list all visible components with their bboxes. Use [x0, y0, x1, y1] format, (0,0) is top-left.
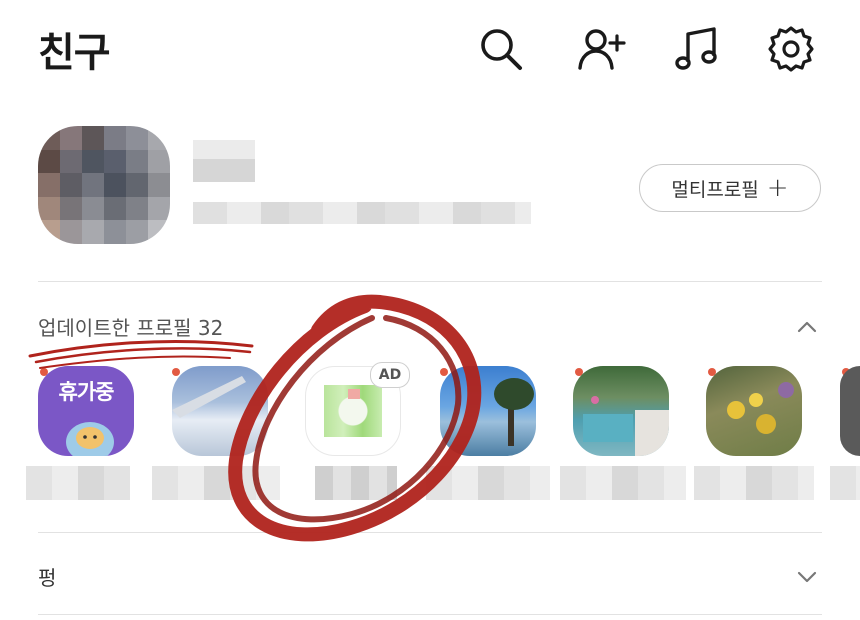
chevron-down-icon[interactable] [792, 562, 822, 592]
settings-button[interactable] [764, 22, 818, 76]
search-button[interactable] [474, 22, 528, 76]
pool-photo [583, 396, 669, 456]
airplane-wing-photo [172, 376, 246, 418]
character-icon [66, 422, 114, 456]
profile-name-blurred [315, 466, 397, 500]
tree-photo [494, 378, 534, 446]
flowers-photo [727, 382, 794, 434]
settings-icon [768, 26, 814, 72]
profile-name-blurred [830, 466, 860, 500]
section-label-pung: 펑 [38, 566, 57, 590]
updated-profile-photo[interactable] [840, 366, 860, 456]
page-title: 친구 [38, 30, 111, 76]
red-annotation-circle [28, 294, 482, 542]
my-profile-name-blurred [193, 140, 255, 182]
plus-icon: + [766, 173, 789, 203]
divider [38, 614, 822, 615]
updated-profile-vacation[interactable]: 휴가중 [38, 366, 134, 456]
add-friend-icon [578, 29, 626, 70]
profile-name-blurred [26, 466, 130, 500]
music-button[interactable] [670, 22, 724, 76]
profile-name-blurred [152, 466, 280, 500]
updated-profile-photo[interactable] [573, 366, 669, 456]
updated-profile-photo[interactable] [706, 366, 802, 456]
divider [38, 532, 822, 533]
updated-profile-photo[interactable] [440, 366, 536, 456]
profile-name-blurred [426, 466, 550, 500]
add-friend-button[interactable] [574, 22, 628, 76]
divider [38, 281, 822, 282]
search-icon [481, 29, 522, 70]
my-profile-status-blurred [193, 202, 531, 224]
multi-profile-label: 멀티프로필 [671, 178, 759, 201]
chevron-up-icon[interactable] [792, 312, 822, 342]
multi-profile-button[interactable]: 멀티프로필 + [639, 164, 821, 212]
music-icon [675, 27, 717, 70]
updated-profiles-label: 업데이트한 프로필 32 [38, 316, 224, 340]
ad-badge: AD [370, 362, 410, 388]
profile-name-blurred [694, 466, 814, 500]
updated-profile-photo[interactable] [172, 366, 268, 456]
my-profile-avatar[interactable] [38, 126, 170, 244]
profile-name-blurred [560, 466, 686, 500]
